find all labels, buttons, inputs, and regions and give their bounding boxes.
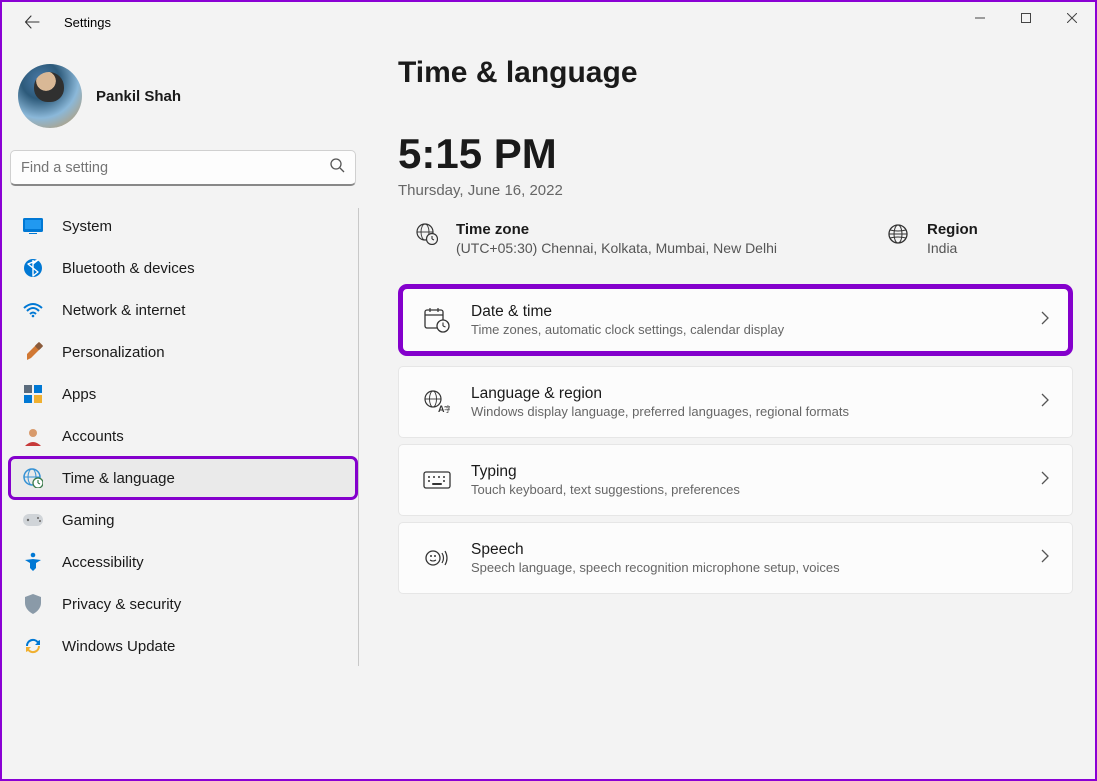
card-desc: Speech language, speech recognition micr… xyxy=(471,560,1040,575)
svg-text:字: 字 xyxy=(444,404,450,414)
sidebar-item-time-language[interactable]: Time & language xyxy=(10,458,356,498)
accounts-icon xyxy=(22,425,44,447)
card-title: Typing xyxy=(471,463,1040,481)
card-title: Date & time xyxy=(471,303,1040,321)
gaming-icon xyxy=(22,509,44,531)
nav-label: Privacy & security xyxy=(62,596,181,613)
wifi-icon xyxy=(22,299,44,321)
chevron-right-icon xyxy=(1040,549,1050,568)
card-typing[interactable]: Typing Touch keyboard, text suggestions,… xyxy=(398,444,1073,516)
nav-label: Accounts xyxy=(62,428,124,445)
card-desc: Time zones, automatic clock settings, ca… xyxy=(471,322,1040,337)
sidebar-item-privacy[interactable]: Privacy & security xyxy=(10,584,356,624)
accessibility-icon xyxy=(22,551,44,573)
nav-list: System Bluetooth & devices Network & int… xyxy=(10,206,356,666)
maximize-icon xyxy=(1021,13,1031,23)
calendar-clock-icon xyxy=(421,307,453,333)
globe-clock-icon xyxy=(22,467,44,489)
info-row: Time zone (UTC+05:30) Chennai, Kolkata, … xyxy=(398,221,1073,256)
nav-label: Time & language xyxy=(62,470,175,487)
close-button[interactable] xyxy=(1049,2,1095,34)
sidebar: Pankil Shah System Bluetooth & devices N… xyxy=(2,42,364,779)
card-date-time[interactable]: Date & time Time zones, automatic clock … xyxy=(398,284,1073,356)
profile-block[interactable]: Pankil Shah xyxy=(10,56,356,148)
nav-label: Personalization xyxy=(62,344,165,361)
timezone-title: Time zone xyxy=(456,221,777,238)
card-title: Speech xyxy=(471,541,1040,559)
nav-label: Gaming xyxy=(62,512,115,529)
chevron-right-icon xyxy=(1040,311,1050,330)
region-title: Region xyxy=(927,221,978,238)
keyboard-icon xyxy=(421,471,453,489)
window-controls xyxy=(957,2,1095,34)
sidebar-item-apps[interactable]: Apps xyxy=(10,374,356,414)
sidebar-item-network[interactable]: Network & internet xyxy=(10,290,356,330)
apps-icon xyxy=(22,383,44,405)
nav-label: Apps xyxy=(62,386,96,403)
maximize-button[interactable] xyxy=(1003,2,1049,34)
system-icon xyxy=(22,215,44,237)
sidebar-item-system[interactable]: System xyxy=(10,206,356,246)
chevron-right-icon xyxy=(1040,471,1050,490)
back-button[interactable] xyxy=(18,8,46,36)
globe-icon xyxy=(887,223,909,250)
profile-name: Pankil Shah xyxy=(96,88,181,105)
region-info: Region India xyxy=(887,221,978,256)
clock-display: 5:15 PM xyxy=(398,130,1073,178)
speech-icon xyxy=(421,546,453,570)
window-title: Settings xyxy=(64,15,111,30)
close-icon xyxy=(1067,13,1077,23)
bluetooth-icon xyxy=(22,257,44,279)
shield-icon xyxy=(22,593,44,615)
sidebar-item-gaming[interactable]: Gaming xyxy=(10,500,356,540)
nav-label: Accessibility xyxy=(62,554,144,571)
card-language-region[interactable]: A字 Language & region Windows display lan… xyxy=(398,366,1073,438)
chevron-right-icon xyxy=(1040,393,1050,412)
avatar xyxy=(18,64,82,128)
page-title: Time & language xyxy=(398,56,1073,90)
sidebar-item-bluetooth[interactable]: Bluetooth & devices xyxy=(10,248,356,288)
nav-label: Bluetooth & devices xyxy=(62,260,195,277)
sidebar-item-accounts[interactable]: Accounts xyxy=(10,416,356,456)
timezone-desc: (UTC+05:30) Chennai, Kolkata, Mumbai, Ne… xyxy=(456,240,777,256)
region-desc: India xyxy=(927,240,978,256)
search-input[interactable] xyxy=(21,160,329,176)
minimize-button[interactable] xyxy=(957,2,1003,34)
search-icon xyxy=(329,157,345,178)
language-icon: A字 xyxy=(421,390,453,414)
timezone-info: Time zone (UTC+05:30) Chennai, Kolkata, … xyxy=(416,221,777,256)
globe-clock-icon xyxy=(416,223,438,250)
date-display: Thursday, June 16, 2022 xyxy=(398,182,1073,199)
sidebar-item-accessibility[interactable]: Accessibility xyxy=(10,542,356,582)
nav-label: Windows Update xyxy=(62,638,175,655)
nav-label: System xyxy=(62,218,112,235)
card-speech[interactable]: Speech Speech language, speech recogniti… xyxy=(398,522,1073,594)
titlebar: Settings xyxy=(2,2,1095,42)
nav-label: Network & internet xyxy=(62,302,185,319)
brush-icon xyxy=(22,341,44,363)
minimize-icon xyxy=(975,13,985,23)
nav-divider xyxy=(358,208,359,666)
card-desc: Windows display language, preferred lang… xyxy=(471,404,1040,419)
search-box[interactable] xyxy=(10,150,356,186)
sidebar-item-windows-update[interactable]: Windows Update xyxy=(10,626,356,666)
sidebar-item-personalization[interactable]: Personalization xyxy=(10,332,356,372)
card-title: Language & region xyxy=(471,385,1040,403)
main-content: Time & language 5:15 PM Thursday, June 1… xyxy=(364,42,1095,779)
update-icon xyxy=(22,635,44,657)
arrow-left-icon xyxy=(24,14,40,30)
card-desc: Touch keyboard, text suggestions, prefer… xyxy=(471,482,1040,497)
